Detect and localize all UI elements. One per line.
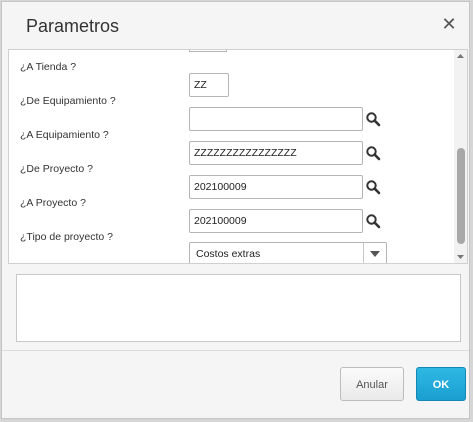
message-area: [16, 274, 461, 342]
param-label: ¿Tipo de proyecto ?: [20, 231, 113, 243]
vertical-scrollbar[interactable]: [454, 50, 467, 263]
param-label: ¿De Equipamiento ?: [20, 95, 116, 107]
title-bar: Parametros ✕: [2, 2, 469, 49]
parameters-dialog: Parametros ✕ ¿A Tienda ? ¿De Equipamient…: [1, 1, 470, 419]
param-row-de-equipamiento: ¿De Equipamiento ?: [9, 95, 451, 131]
footer-divider: [2, 350, 469, 351]
clipped-field: [189, 50, 227, 52]
parameters-panel: ¿A Tienda ? ¿De Equipamiento ? ¿A Equipa…: [8, 49, 468, 264]
param-row-de-proyecto: ¿De Proyecto ?: [9, 163, 451, 199]
ok-button[interactable]: OK: [416, 367, 466, 401]
de-equipamiento-input[interactable]: [189, 107, 363, 131]
param-row-a-proyecto: ¿A Proyecto ?: [9, 197, 451, 233]
param-label: ¿A Proyecto ?: [20, 197, 86, 209]
a-equipamiento-input[interactable]: [189, 141, 363, 165]
tipo-proyecto-select[interactable]: Costos extras: [189, 242, 387, 263]
search-icon[interactable]: [365, 213, 381, 229]
de-proyecto-input[interactable]: [189, 175, 363, 199]
chevron-down-icon[interactable]: [363, 243, 386, 263]
param-label: ¿De Proyecto ?: [20, 163, 93, 175]
a-proyecto-input[interactable]: [189, 209, 363, 233]
select-value: Costos extras: [196, 248, 261, 260]
close-icon[interactable]: ✕: [439, 14, 459, 34]
param-row-tipo-proyecto: ¿Tipo de proyecto ? Costos extras: [9, 231, 451, 263]
scrollbar-thumb[interactable]: [457, 148, 465, 244]
scroll-up-icon[interactable]: [456, 52, 465, 60]
search-icon[interactable]: [365, 145, 381, 161]
param-label: ¿A Tienda ?: [20, 61, 77, 73]
param-label: ¿A Equipamiento ?: [20, 129, 109, 141]
search-icon[interactable]: [365, 111, 381, 127]
cancel-button[interactable]: Anular: [340, 367, 404, 401]
dialog-title: Parametros: [26, 16, 120, 36]
a-tienda-input[interactable]: [189, 73, 229, 97]
param-row-a-equipamiento: ¿A Equipamiento ?: [9, 129, 451, 165]
param-row-a-tienda: ¿A Tienda ?: [9, 61, 451, 97]
scroll-down-icon[interactable]: [456, 253, 465, 261]
search-icon[interactable]: [365, 179, 381, 195]
